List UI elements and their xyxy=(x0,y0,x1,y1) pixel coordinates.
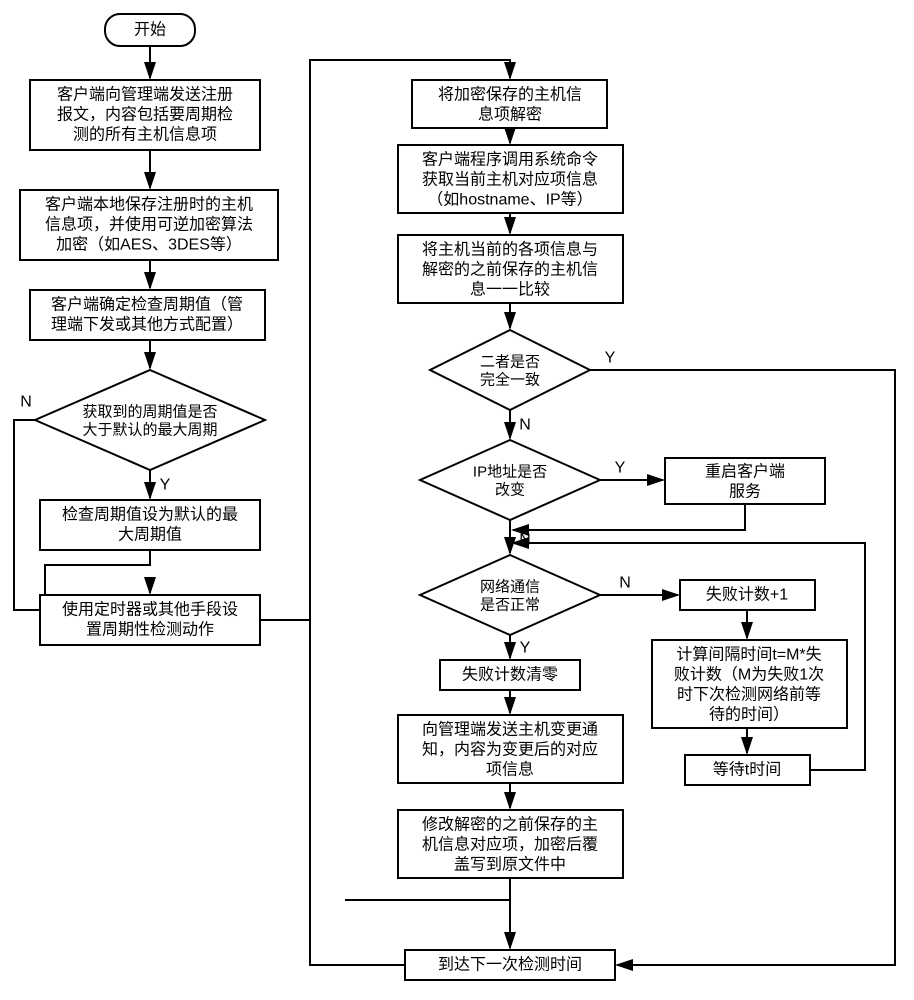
svg-text:到达下一次检测时间: 到达下一次检测时间 xyxy=(438,956,582,974)
svg-text:失败计数+1: 失败计数+1 xyxy=(706,586,788,604)
svg-text:改变: 改变 xyxy=(495,482,525,499)
svg-text:计算间隔时间t=M*失: 计算间隔时间t=M*失 xyxy=(676,645,821,664)
svg-text:机信息对应项，加密后覆: 机信息对应项，加密后覆 xyxy=(422,835,598,854)
node-a2: 客户端本地保存注册时的主机 信息项，并使用可逆加密算法 加密（如AES、3DES… xyxy=(20,190,278,260)
start-label: 开始 xyxy=(134,21,166,39)
svg-text:获取到的周期值是否: 获取到的周期值是否 xyxy=(82,404,217,421)
node-d2: 二者是否 完全一致 xyxy=(430,330,590,410)
svg-text:大于默认的最大周期: 大于默认的最大周期 xyxy=(82,422,217,439)
node-b2: 客户端程序调用系统命令 获取当前主机对应项信息 （如hostname、IP等） xyxy=(398,145,623,213)
svg-text:将加密保存的主机信: 将加密保存的主机信 xyxy=(438,86,582,104)
svg-text:大周期值: 大周期值 xyxy=(118,526,182,544)
node-b5: 失败计数+1 xyxy=(680,580,815,610)
svg-text:网络通信: 网络通信 xyxy=(480,579,540,596)
svg-text:加密（如AES、3DES等）: 加密（如AES、3DES等） xyxy=(56,236,242,254)
node-b6: 计算间隔时间t=M*失 败计数（M为失败1次 时下次检测网络前等 待的时间） xyxy=(652,640,847,728)
svg-text:息一一比较: 息一一比较 xyxy=(470,281,550,299)
edge-label-n: N xyxy=(20,394,32,411)
svg-text:客户端本地保存注册时的主机: 客户端本地保存注册时的主机 xyxy=(45,196,253,214)
svg-text:Y: Y xyxy=(605,350,616,367)
svg-text:败计数（M为失败1次: 败计数（M为失败1次 xyxy=(674,666,824,684)
node-b9: 向管理端发送主机变更通 知，内容为变更后的对应 项信息 xyxy=(398,715,623,783)
svg-text:获取当前主机对应项信息: 获取当前主机对应项信息 xyxy=(422,170,598,189)
svg-text:重启客户端: 重启客户端 xyxy=(705,463,785,481)
svg-text:等待t时间: 等待t时间 xyxy=(713,761,781,779)
svg-text:报文，内容包括要周期检: 报文，内容包括要周期检 xyxy=(57,106,233,124)
svg-text:检查周期值设为默认的最: 检查周期值设为默认的最 xyxy=(62,506,238,524)
svg-text:失败计数清零: 失败计数清零 xyxy=(462,666,558,684)
svg-text:信息项，并使用可逆加密算法: 信息项，并使用可逆加密算法 xyxy=(45,215,253,234)
node-b10: 修改解密的之前保存的主 机信息对应项，加密后覆 盖写到原文件中 xyxy=(398,810,623,878)
svg-text:N: N xyxy=(519,417,531,434)
svg-text:二者是否: 二者是否 xyxy=(480,354,540,371)
svg-text:客户端确定检查周期值（管: 客户端确定检查周期值（管 xyxy=(51,296,243,314)
svg-text:时下次检测网络前等: 时下次检测网络前等 xyxy=(677,685,821,704)
svg-text:客户端程序调用系统命令: 客户端程序调用系统命令 xyxy=(422,151,598,169)
node-d4: 网络通信 是否正常 xyxy=(420,555,600,635)
svg-text:置周期性检测动作: 置周期性检测动作 xyxy=(86,621,214,639)
svg-text:Y: Y xyxy=(615,460,626,477)
svg-text:N: N xyxy=(519,532,531,549)
edge-label-y: Y xyxy=(160,477,171,494)
node-b7: 等待t时间 xyxy=(685,755,810,785)
svg-text:息项解密: 息项解密 xyxy=(478,106,542,124)
node-a1: 客户端向管理端发送注册 报文，内容包括要周期检 测的所有主机信息项 xyxy=(30,80,260,150)
svg-text:盖写到原文件中: 盖写到原文件中 xyxy=(454,856,566,874)
node-d1: 获取到的周期值是否 大于默认的最大周期 xyxy=(35,370,265,470)
node-a5: 使用定时器或其他手段设 置周期性检测动作 xyxy=(40,595,260,645)
node-b11: 到达下一次检测时间 xyxy=(405,950,615,980)
node-a3: 客户端确定检查周期值（管 理端下发或其他方式配置） xyxy=(30,290,265,340)
svg-text:向管理端发送主机变更通: 向管理端发送主机变更通 xyxy=(422,721,598,739)
node-b8: 失败计数清零 xyxy=(440,660,580,690)
svg-text:IP地址是否: IP地址是否 xyxy=(473,464,547,481)
svg-text:理端下发或其他方式配置）: 理端下发或其他方式配置） xyxy=(51,316,243,334)
node-b3: 将主机当前的各项信息与 解密的之前保存的主机信 息一一比较 xyxy=(398,235,623,303)
flowchart-diagram: 开始 客户端向管理端发送注册 报文，内容包括要周期检 测的所有主机信息项 客户端… xyxy=(0,0,914,1000)
svg-text:（如hostname、IP等）: （如hostname、IP等） xyxy=(427,191,592,209)
svg-text:客户端向管理端发送注册: 客户端向管理端发送注册 xyxy=(57,86,233,104)
svg-text:N: N xyxy=(619,575,631,592)
node-a4: 检查周期值设为默认的最 大周期值 xyxy=(40,500,260,550)
svg-text:测的所有主机信息项: 测的所有主机信息项 xyxy=(73,126,217,144)
node-b1: 将加密保存的主机信 息项解密 xyxy=(412,80,607,128)
svg-text:知，内容为变更后的对应: 知，内容为变更后的对应 xyxy=(422,740,598,759)
svg-text:解密的之前保存的主机信: 解密的之前保存的主机信 xyxy=(422,261,598,279)
svg-text:将主机当前的各项信息与: 将主机当前的各项信息与 xyxy=(422,241,598,259)
node-d3: IP地址是否 改变 xyxy=(420,440,600,520)
svg-text:修改解密的之前保存的主: 修改解密的之前保存的主 xyxy=(422,816,598,834)
node-start: 开始 xyxy=(105,14,195,46)
node-b4: 重启客户端 服务 xyxy=(665,458,825,504)
svg-text:待的时间）: 待的时间） xyxy=(709,706,789,724)
svg-text:完全一致: 完全一致 xyxy=(480,371,540,389)
svg-text:使用定时器或其他手段设: 使用定时器或其他手段设 xyxy=(62,601,238,619)
svg-text:Y: Y xyxy=(520,640,531,657)
svg-text:是否正常: 是否正常 xyxy=(480,597,540,614)
svg-text:服务: 服务 xyxy=(729,483,761,501)
svg-text:项信息: 项信息 xyxy=(486,761,534,779)
